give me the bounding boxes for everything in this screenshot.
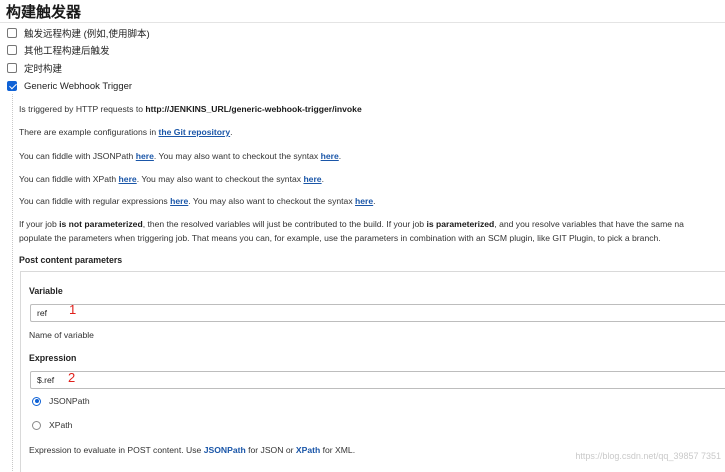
variable-help: Name of variable — [29, 330, 94, 340]
expression-input[interactable]: $.ref — [30, 371, 725, 389]
help-text: , and you resolve variables that have th… — [494, 219, 684, 229]
radio-label: JSONPath — [49, 396, 90, 406]
help-text: . — [373, 196, 376, 206]
trigger-periodic-build[interactable]: 定时构建 — [7, 60, 62, 76]
help-text: Is triggered by HTTP requests to — [19, 104, 146, 114]
trigger-label: 其他工程构建后触发 — [24, 46, 110, 57]
help-text: . You may also want to checkout the synt… — [188, 196, 356, 206]
trigger-after-other-projects[interactable]: 其他工程构建后触发 — [7, 42, 110, 58]
checkbox[interactable] — [7, 45, 17, 55]
radio-selected-icon[interactable] — [32, 396, 41, 406]
jsonpath-link[interactable]: JSONPath — [204, 445, 246, 455]
help-text: . — [338, 151, 342, 161]
trigger-label: Generic Webhook Trigger — [24, 80, 133, 92]
radio-jsonpath[interactable]: JSONPath — [32, 394, 90, 408]
annotation-2: 2 — [68, 370, 76, 385]
xpath-link[interactable]: XPath — [296, 445, 320, 455]
regex-fiddle-link[interactable]: here — [170, 196, 188, 206]
help-text: . You may also want to checkout the synt… — [153, 151, 321, 161]
help-jsonpath: You can fiddle with JSONPath here. You m… — [19, 151, 341, 161]
help-text: Expression to evaluate in POST content. … — [29, 445, 204, 455]
help-text: for JSON or — [245, 445, 296, 455]
help-emphasis: is parameterized — [426, 219, 495, 229]
help-invoke-url: Is triggered by HTTP requests to http://… — [19, 104, 362, 114]
help-text: . — [321, 174, 324, 184]
help-example-configs: There are example configurations in the … — [19, 127, 233, 137]
radio-xpath[interactable]: XPath — [32, 418, 72, 432]
variable-value: ref — [37, 308, 48, 318]
annotation-1: 1 — [69, 302, 77, 317]
xpath-fiddle-link[interactable]: here — [119, 174, 137, 184]
variable-label: Variable — [29, 286, 63, 296]
radio-unselected-icon[interactable] — [32, 420, 41, 430]
help-text: There are example configurations in — [19, 127, 159, 137]
watermark: https://blog.csdn.net/qq_39857 7351 — [575, 451, 721, 461]
help-text: populate the parameters when triggering … — [19, 233, 661, 243]
post-content-params-label: Post content parameters — [19, 255, 123, 265]
help-emphasis: is not parameterized — [59, 219, 143, 229]
help-parameterized-cont: populate the parameters when triggering … — [19, 233, 661, 243]
jsonpath-fiddle-link[interactable]: here — [136, 151, 154, 161]
checkbox[interactable] — [7, 63, 17, 73]
help-text: , then the resolved variables will just … — [142, 219, 427, 229]
git-repository-link[interactable]: the Git repository — [159, 127, 231, 137]
trigger-remote-build[interactable]: 触发远程构建 (例如,使用脚本) — [7, 25, 150, 41]
checkbox-checked[interactable] — [7, 81, 17, 91]
help-xpath: You can fiddle with XPath here. You may … — [19, 174, 324, 184]
help-text: You can fiddle with JSONPath — [19, 151, 136, 161]
radio-label: XPath — [49, 420, 73, 430]
checkbox[interactable] — [7, 28, 17, 38]
regex-syntax-link[interactable]: here — [355, 196, 373, 206]
invoke-url: http://JENKINS_URL/generic-webhook-trigg… — [145, 104, 362, 114]
trigger-label: 触发远程构建 (例如,使用脚本) — [24, 29, 150, 40]
trigger-generic-webhook[interactable]: Generic Webhook Trigger — [7, 78, 132, 94]
expression-label: Expression — [29, 353, 77, 363]
help-text: . You may also want to checkout the synt… — [136, 174, 304, 184]
help-text: You can fiddle with XPath — [19, 174, 119, 184]
trigger-label: 定时构建 — [24, 64, 63, 75]
expression-help: Expression to evaluate in POST content. … — [29, 445, 355, 455]
help-regex: You can fiddle with regular expressions … — [19, 196, 376, 206]
expression-value: $.ref — [37, 375, 55, 385]
help-text: . — [230, 127, 233, 137]
help-parameterized: If your job is not parameterized, then t… — [19, 219, 684, 229]
section-header: 构建触发器 — [0, 0, 725, 23]
variable-input[interactable]: ref — [30, 304, 725, 322]
help-text: If your job — [19, 219, 60, 229]
help-text: You can fiddle with regular expressions — [19, 196, 171, 206]
xpath-syntax-link[interactable]: here — [303, 174, 321, 184]
page-title: 构建触发器 — [6, 4, 82, 21]
jsonpath-syntax-link[interactable]: here — [321, 151, 339, 161]
help-text: for XML. — [320, 445, 356, 455]
